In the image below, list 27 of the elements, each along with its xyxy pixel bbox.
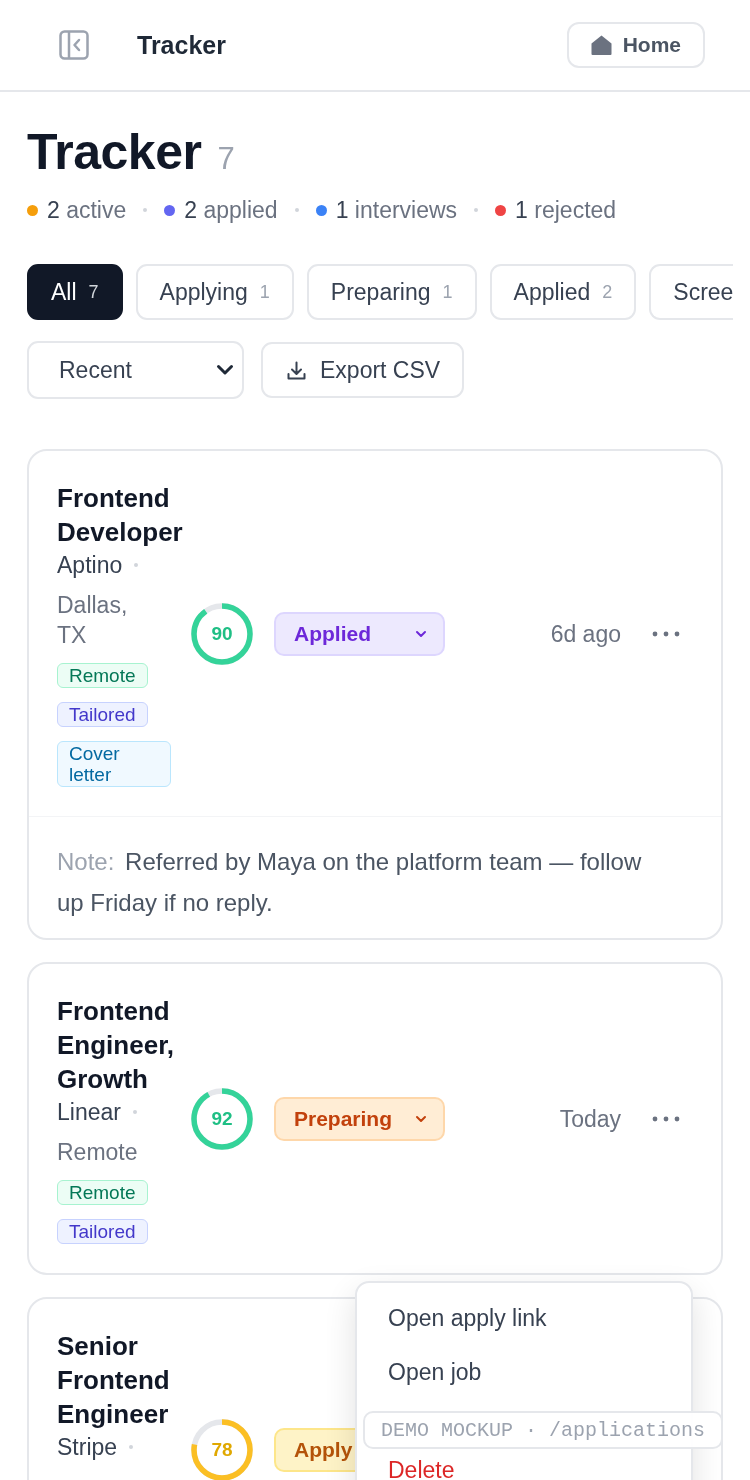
tag: Remote [57, 1180, 148, 1205]
company-name: Aptino [57, 551, 123, 580]
updated-time: 6d ago [550, 620, 621, 648]
score-value: 90 [210, 623, 234, 645]
note-text: Note: Referred by Maya on the platform team — follow up Friday if no reply. [29, 816, 721, 938]
stat-label: 2 applied [184, 196, 278, 224]
company-name: Linear [57, 1098, 121, 1127]
score-value: 78 [210, 1439, 234, 1461]
total-count: 7 [217, 141, 235, 177]
job-location: Dallas, TX [57, 591, 129, 650]
company-name: Stripe [57, 1433, 118, 1462]
job-title: Senior Frontend Engineer [57, 1330, 171, 1431]
demo-badge: DEMO MOCKUP · /applications [363, 1411, 724, 1449]
job-title: Frontend Engineer, Growth [57, 995, 176, 1096]
page-title: Tracker [27, 123, 202, 182]
app-title: Tracker [137, 30, 226, 60]
stat-label: 1 rejected [515, 196, 617, 224]
job-title: Frontend Developer [57, 482, 184, 549]
score-value: 92 [210, 1108, 234, 1130]
stat-label: 2 active [47, 196, 127, 224]
tag: Tailored [57, 1219, 148, 1244]
tag: Cover letter [57, 741, 171, 787]
tag: Remote [57, 663, 148, 688]
stat-label: 1 interviews [335, 196, 458, 224]
updated-time: Today [559, 1105, 621, 1133]
tag: Tailored [57, 702, 148, 727]
job-location: Remote [57, 1138, 138, 1167]
